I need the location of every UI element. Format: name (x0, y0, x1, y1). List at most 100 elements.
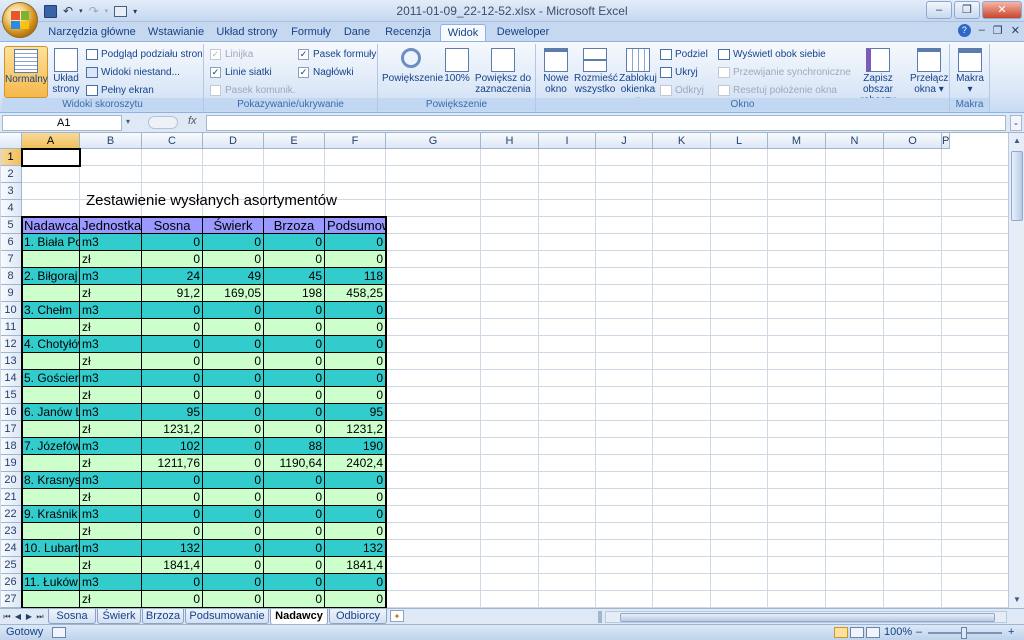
zoom-level[interactable]: 100% (884, 626, 912, 638)
table-cell[interactable]: m3 (80, 438, 142, 455)
table-cell[interactable]: 0 (264, 387, 325, 404)
table-cell[interactable]: 0 (203, 523, 264, 540)
ribbon-minimize-icon[interactable]: – (979, 24, 985, 37)
table-cell[interactable]: 0 (325, 591, 386, 608)
tab-home[interactable]: Narzędzia główne (42, 24, 142, 42)
table-cell[interactable]: 0 (325, 523, 386, 540)
row-header-24[interactable]: 24 (0, 540, 22, 557)
table-cell[interactable] (22, 353, 80, 370)
minimize-button[interactable]: – (926, 1, 952, 19)
table-cell[interactable]: 1. Biała Po (22, 234, 80, 251)
table-cell[interactable]: 7. Józefów (22, 438, 80, 455)
reset-window-position-button[interactable]: Resetuj położenie okna (718, 83, 837, 98)
row-header-4[interactable]: 4 (0, 200, 22, 217)
column-header-n[interactable]: N (826, 133, 884, 149)
table-cell[interactable]: 1841,4 (325, 557, 386, 574)
table-cell[interactable]: 0 (264, 251, 325, 268)
table-cell[interactable]: 0 (142, 574, 203, 591)
table-cell[interactable]: 0 (142, 523, 203, 540)
formula-bar-checkbox[interactable]: ✓ Pasek formuły (298, 47, 376, 62)
table-cell[interactable]: 0 (142, 489, 203, 506)
table-cell[interactable]: 0 (203, 506, 264, 523)
table-cell[interactable]: 0 (325, 319, 386, 336)
table-cell[interactable]: 0 (264, 370, 325, 387)
save-workspace-button[interactable]: Zapisz obszarroboczy (848, 46, 908, 106)
prev-sheet-icon[interactable]: ◀ (13, 610, 23, 623)
sheet-tab-3[interactable]: Podsumowanie (185, 609, 269, 624)
table-header-cell[interactable]: Sosna (142, 217, 203, 234)
scroll-down-icon[interactable]: ▼ (1010, 593, 1024, 607)
worksheet-grid[interactable]: ABCDEFGHIJKLMNOP 1 2 3 4 5 6 7 8 9 10 11 12 13 14 15 16… (0, 133, 1008, 608)
sync-scroll-button[interactable]: Przewijanie synchroniczne (718, 65, 851, 80)
table-header-cell[interactable]: Nadawca (22, 217, 80, 234)
table-cell[interactable]: 0 (203, 387, 264, 404)
table-cell[interactable] (22, 285, 80, 302)
table-cell[interactable]: 198 (264, 285, 325, 302)
table-cell[interactable]: 0 (264, 404, 325, 421)
table-cell[interactable]: 45 (264, 268, 325, 285)
table-cell[interactable]: 0 (264, 319, 325, 336)
table-cell[interactable]: 0 (264, 472, 325, 489)
table-cell[interactable]: zł (80, 319, 142, 336)
zoom-slider-thumb[interactable] (961, 627, 967, 639)
table-cell[interactable]: zł (80, 353, 142, 370)
table-cell[interactable]: m3 (80, 404, 142, 421)
column-header-a[interactable]: A (22, 133, 80, 149)
ribbon-close-icon[interactable]: ✕ (1011, 24, 1020, 37)
table-cell[interactable]: 0 (142, 336, 203, 353)
table-cell[interactable] (22, 421, 80, 438)
zoom-to-selection-button[interactable]: Powiększ do zaznaczenia (474, 46, 532, 98)
table-cell[interactable]: 0 (203, 472, 264, 489)
column-header-g[interactable]: G (386, 133, 481, 149)
row-header-3[interactable]: 3 (0, 183, 22, 200)
row-header-16[interactable]: 16 (0, 404, 22, 421)
row-header-14[interactable]: 14 (0, 370, 22, 387)
table-cell[interactable]: 0 (203, 455, 264, 472)
hide-button[interactable]: Ukryj (660, 65, 698, 80)
table-cell[interactable]: 3. Chełm (22, 302, 80, 319)
table-header-cell[interactable]: Jednostka (80, 217, 142, 234)
table-cell[interactable]: 0 (142, 370, 203, 387)
table-cell[interactable]: 95 (142, 404, 203, 421)
column-header-p[interactable]: P (942, 133, 951, 149)
custom-views-button[interactable]: Widoki niestand... (86, 65, 180, 80)
sheet-tab-5[interactable]: Odbiorcy (329, 609, 387, 624)
column-header-f[interactable]: F (325, 133, 386, 149)
vertical-scroll-thumb[interactable] (1011, 151, 1023, 221)
namebox-dropdown-icon[interactable]: ▾ (126, 117, 130, 126)
formula-input[interactable] (206, 115, 1006, 131)
gridlines-checkbox[interactable]: ✓ Linie siatki (210, 65, 272, 80)
table-cell[interactable]: 0 (264, 489, 325, 506)
table-cell[interactable]: 2402,4 (325, 455, 386, 472)
table-cell[interactable]: 0 (325, 234, 386, 251)
column-header-j[interactable]: J (596, 133, 653, 149)
table-cell[interactable]: 8. Krasnyst (22, 472, 80, 489)
table-cell[interactable]: 0 (142, 591, 203, 608)
table-cell[interactable]: 118 (325, 268, 386, 285)
zoom-out-button[interactable]: – (916, 626, 922, 638)
vertical-scrollbar[interactable]: ▲ ▼ (1008, 133, 1024, 608)
column-header-l[interactable]: L (711, 133, 768, 149)
tab-data[interactable]: Dane (338, 24, 376, 42)
table-cell[interactable]: 132 (142, 540, 203, 557)
table-cell[interactable]: 0 (325, 489, 386, 506)
table-cell[interactable]: 0 (142, 387, 203, 404)
view-side-by-side-button[interactable]: Wyświetl obok siebie (718, 47, 826, 62)
row-header-15[interactable]: 15 (0, 387, 22, 404)
tab-developer[interactable]: Deweloper (488, 24, 558, 42)
row-header-7[interactable]: 7 (0, 251, 22, 268)
split-button[interactable]: Podziel (660, 47, 708, 62)
table-cell[interactable]: 88 (264, 438, 325, 455)
office-button[interactable] (2, 2, 38, 38)
arrange-all-button[interactable]: Rozmieść wszystko (574, 46, 618, 98)
row-header-1[interactable]: 1 (0, 149, 22, 166)
table-cell[interactable]: 0 (325, 574, 386, 591)
row-header-2[interactable]: 2 (0, 166, 22, 183)
column-header-b[interactable]: B (80, 133, 142, 149)
table-cell[interactable]: zł (80, 455, 142, 472)
table-header-cell[interactable]: Świerk (203, 217, 264, 234)
column-header-o[interactable]: O (884, 133, 942, 149)
table-cell[interactable]: 0 (203, 591, 264, 608)
tab-page-layout[interactable]: Układ strony (210, 24, 284, 42)
table-cell[interactable]: 0 (264, 523, 325, 540)
